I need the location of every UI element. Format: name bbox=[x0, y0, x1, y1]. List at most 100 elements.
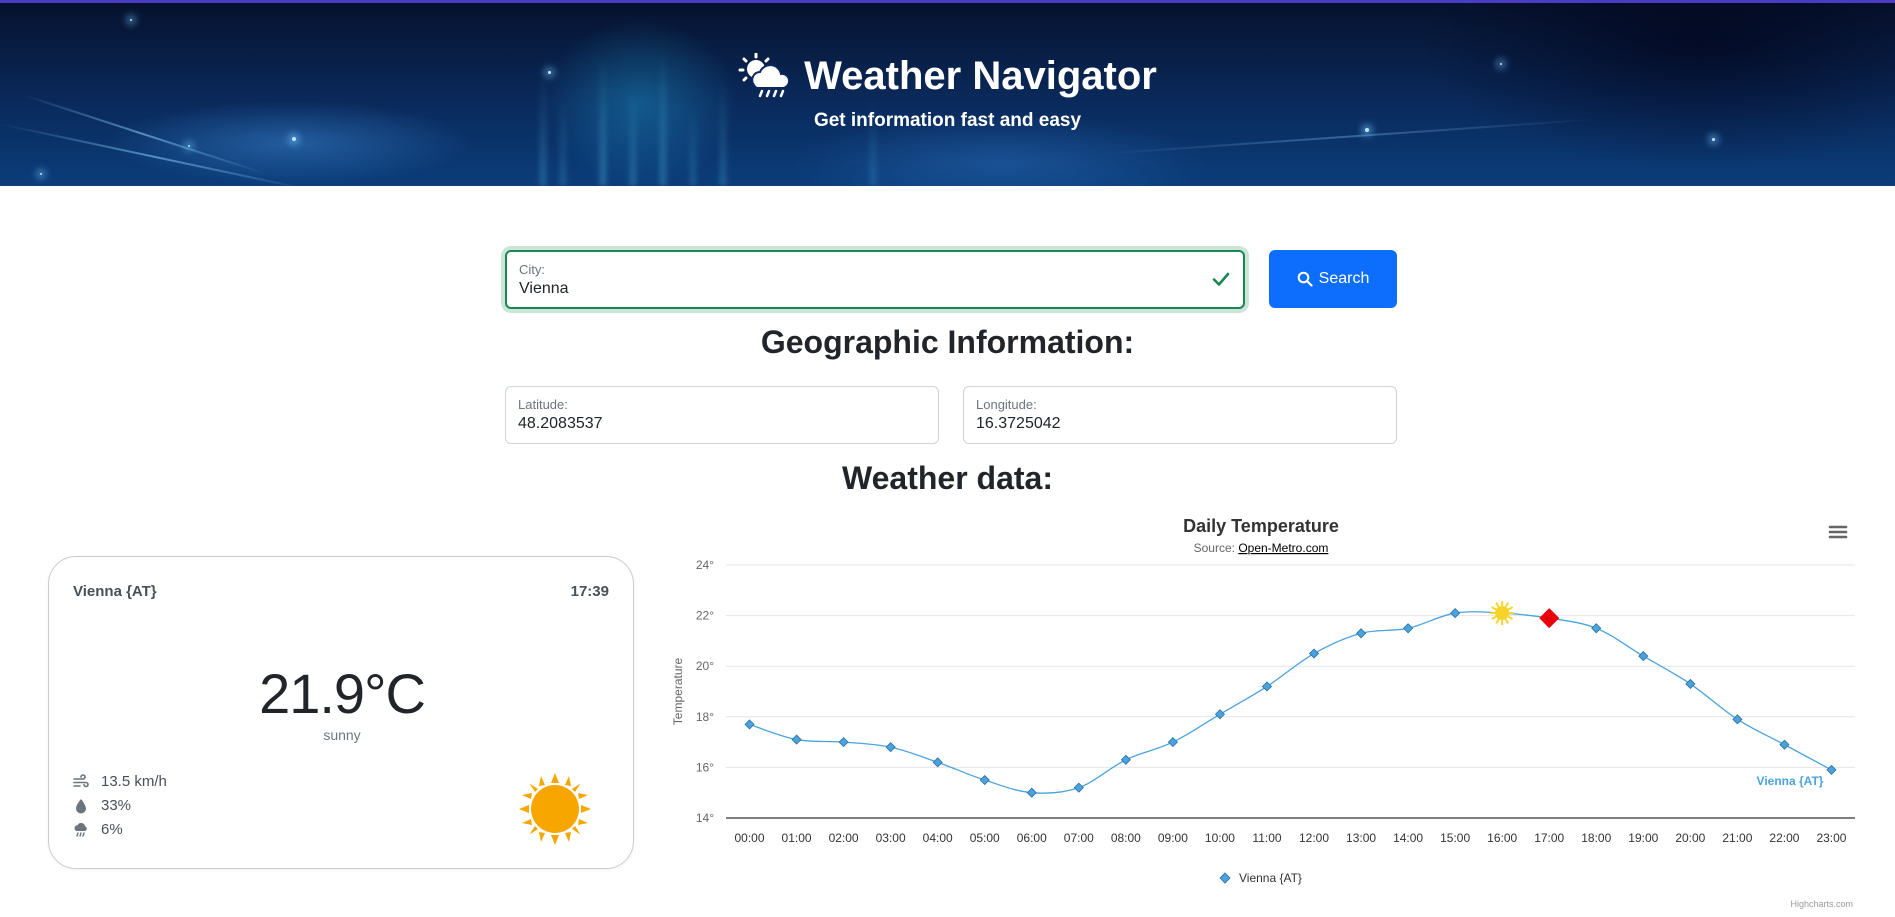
app-title: Weather Navigator bbox=[804, 54, 1157, 99]
current-hour-marker bbox=[1539, 608, 1559, 628]
chart-svg: Daily Temperature Source: Open-Metro.com… bbox=[660, 505, 1895, 912]
data-point bbox=[1121, 755, 1130, 764]
x-tick-label: 16:00 bbox=[1487, 831, 1517, 845]
chart-source-link[interactable]: Open-Metro.com bbox=[1238, 541, 1328, 555]
sun-ray bbox=[1508, 617, 1512, 620]
humidity-stat: 33% bbox=[73, 797, 131, 814]
longitude-field[interactable]: Longitude: 16.3725042 bbox=[963, 386, 1397, 444]
x-tick-label: 09:00 bbox=[1158, 831, 1188, 845]
current-condition: sunny bbox=[49, 727, 635, 743]
data-point bbox=[1686, 679, 1695, 688]
wind-value: 13.5 km/h bbox=[101, 773, 167, 790]
data-point bbox=[1592, 624, 1601, 633]
precipitation-value: 6% bbox=[101, 821, 123, 838]
x-tick-label: 21:00 bbox=[1722, 831, 1752, 845]
series-line bbox=[750, 612, 1832, 793]
search-button-label: Search bbox=[1319, 270, 1370, 288]
longitude-label: Longitude: bbox=[976, 397, 1384, 412]
x-tick-label: 10:00 bbox=[1205, 831, 1235, 845]
y-axis-title: Temperature bbox=[671, 657, 685, 725]
sun-icon bbox=[519, 773, 591, 845]
weather-logo-icon bbox=[738, 53, 794, 99]
legend-marker bbox=[1220, 873, 1230, 883]
y-tick-label: 22° bbox=[696, 609, 714, 623]
wind-icon bbox=[73, 774, 89, 790]
data-point bbox=[980, 776, 989, 785]
current-temperature: 21.9°C bbox=[49, 661, 635, 726]
data-point bbox=[1262, 682, 1271, 691]
x-tick-label: 03:00 bbox=[876, 831, 906, 845]
current-weather-card: Vienna {AT} 17:39 21.9°C sunny 13.5 km/h… bbox=[48, 556, 634, 869]
chart-credit[interactable]: Highcharts.com bbox=[1790, 899, 1853, 909]
x-tick-label: 11:00 bbox=[1252, 831, 1281, 845]
data-point bbox=[745, 720, 754, 729]
data-point bbox=[1639, 652, 1648, 661]
data-point bbox=[1404, 624, 1413, 633]
sun-ray bbox=[1496, 603, 1499, 607]
humidity-droplet-icon bbox=[73, 798, 89, 814]
data-point bbox=[886, 743, 895, 752]
x-tick-label: 18:00 bbox=[1581, 831, 1611, 845]
search-icon bbox=[1297, 271, 1313, 287]
chart-title: Daily Temperature bbox=[1183, 516, 1339, 536]
data-point bbox=[1168, 738, 1177, 747]
card-time: 17:39 bbox=[571, 583, 609, 600]
latitude-field[interactable]: Latitude: 48.2083537 bbox=[505, 386, 939, 444]
x-tick-label: 20:00 bbox=[1675, 831, 1705, 845]
x-tick-label: 05:00 bbox=[970, 831, 1000, 845]
city-label: City: bbox=[519, 262, 1231, 277]
data-point bbox=[1027, 788, 1036, 797]
longitude-value[interactable]: 16.3725042 bbox=[976, 415, 1384, 433]
chart-subtitle-prefix: Source: bbox=[1194, 541, 1239, 555]
latitude-label: Latitude: bbox=[518, 397, 926, 412]
sun-ray bbox=[1506, 619, 1509, 623]
sun-ray bbox=[1492, 607, 1496, 610]
geo-heading: Geographic Information: bbox=[0, 324, 1895, 361]
city-value[interactable]: Vienna bbox=[519, 280, 1231, 298]
x-tick-label: 02:00 bbox=[829, 831, 859, 845]
data-point bbox=[1451, 609, 1460, 618]
x-tick-label: 06:00 bbox=[1017, 831, 1047, 845]
x-tick-label: 14:00 bbox=[1393, 831, 1423, 845]
data-point bbox=[1215, 710, 1224, 719]
y-tick-label: 14° bbox=[696, 811, 714, 825]
data-point bbox=[839, 738, 848, 747]
data-point bbox=[1357, 629, 1366, 638]
precipitation-stat: 6% bbox=[73, 821, 123, 838]
y-tick-label: 16° bbox=[696, 760, 714, 774]
card-city: Vienna {AT} bbox=[73, 583, 157, 600]
city-input[interactable]: City: Vienna bbox=[505, 250, 1245, 309]
x-tick-label: 19:00 bbox=[1628, 831, 1658, 845]
sun-ray bbox=[1492, 617, 1496, 620]
x-tick-label: 01:00 bbox=[782, 831, 812, 845]
x-tick-label: 13:00 bbox=[1346, 831, 1376, 845]
daily-temperature-chart: Daily Temperature Source: Open-Metro.com… bbox=[660, 505, 1895, 912]
sun-ray bbox=[1506, 603, 1509, 607]
app-subtitle: Get information fast and easy bbox=[0, 110, 1895, 132]
latitude-value[interactable]: 48.2083537 bbox=[518, 415, 926, 433]
x-tick-label: 07:00 bbox=[1064, 831, 1094, 845]
data-point bbox=[933, 758, 942, 767]
search-button[interactable]: Search bbox=[1269, 250, 1397, 308]
x-tick-label: 22:00 bbox=[1769, 831, 1799, 845]
x-tick-label: 23:00 bbox=[1816, 831, 1846, 845]
sun-ray bbox=[1508, 607, 1512, 610]
x-tick-label: 04:00 bbox=[923, 831, 953, 845]
data-point bbox=[1310, 649, 1319, 658]
data-point bbox=[1733, 715, 1742, 724]
header-banner: Weather Navigator Get information fast a… bbox=[0, 0, 1895, 186]
y-tick-label: 18° bbox=[696, 710, 714, 724]
legend-item: Vienna {AT} bbox=[1239, 871, 1302, 885]
x-tick-label: 08:00 bbox=[1111, 831, 1141, 845]
data-point bbox=[792, 735, 801, 744]
data-point bbox=[1780, 740, 1789, 749]
x-tick-label: 17:00 bbox=[1534, 831, 1564, 845]
x-tick-label: 00:00 bbox=[735, 831, 765, 845]
chart-menu-icon[interactable] bbox=[1826, 522, 1850, 542]
sun-marker-icon bbox=[1490, 601, 1514, 625]
sun-ray bbox=[1496, 619, 1499, 623]
humidity-value: 33% bbox=[101, 797, 131, 814]
data-point bbox=[1827, 765, 1836, 774]
rain-cloud-icon bbox=[73, 822, 89, 838]
chart-subtitle: Source: Open-Metro.com bbox=[1194, 541, 1329, 555]
